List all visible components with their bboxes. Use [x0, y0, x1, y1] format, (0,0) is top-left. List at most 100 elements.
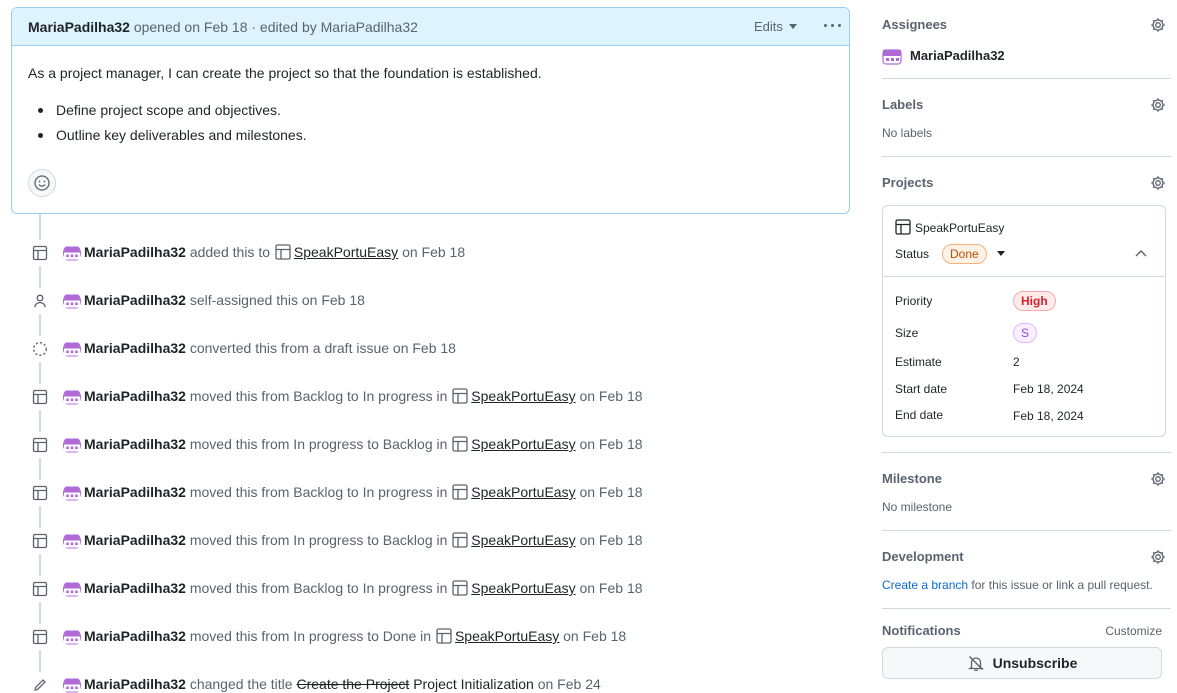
bullet-item: Outline key deliverables and milestones. — [38, 127, 656, 152]
event-description: changed the title — [189, 676, 293, 692]
field-value-start-date[interactable]: Feb 18, 2024 — [1013, 382, 1084, 396]
size-pill: S — [1013, 323, 1038, 343]
event-actor[interactable]: MariaPadilha32 — [84, 292, 186, 308]
event-actor[interactable]: MariaPadilha32 — [84, 484, 186, 500]
event-project-link[interactable]: SpeakPortuEasy — [471, 580, 575, 596]
milestone-section: Milestone — [882, 471, 1171, 491]
table-icon — [452, 580, 468, 599]
field-value-priority[interactable]: High — [1013, 291, 1056, 311]
timeline-event: MariaPadilha32 moved this from In progre… — [0, 624, 850, 650]
field-label-end-date: End date — [895, 408, 944, 422]
smiley-icon — [34, 175, 50, 191]
event-project-link[interactable]: SpeakPortuEasy — [471, 388, 575, 404]
field-label-estimate: Estimate — [895, 355, 942, 369]
event-text: MariaPadilha32 moved this from Backlog t… — [84, 388, 643, 407]
avatar[interactable] — [63, 676, 81, 693]
person-icon — [27, 288, 53, 314]
kebab-menu-icon[interactable] — [822, 24, 842, 30]
table-icon — [27, 432, 53, 458]
timeline-event: MariaPadilha32 moved this from In progre… — [0, 432, 850, 458]
event-actor[interactable]: MariaPadilha32 — [84, 244, 186, 260]
event-date[interactable]: on Feb 18 — [579, 580, 642, 596]
gear-icon[interactable] — [1150, 471, 1166, 487]
event-actor[interactable]: MariaPadilha32 — [84, 388, 186, 404]
create-branch-link[interactable]: Create a branch — [882, 578, 968, 592]
labels-value: No labels — [882, 126, 933, 140]
avatar[interactable] — [63, 388, 81, 406]
event-project-link[interactable]: SpeakPortuEasy — [471, 484, 575, 500]
event-date[interactable]: on Feb 18 — [579, 436, 642, 452]
comment-author[interactable]: MariaPadilha32 — [28, 19, 130, 35]
comment-bullet-list: Define project scope and objectives. Out… — [38, 102, 656, 152]
event-actor[interactable]: MariaPadilha32 — [84, 676, 186, 692]
field-label-priority: Priority — [895, 294, 933, 308]
event-description: moved this from In progress to Done in — [189, 628, 432, 644]
event-actor[interactable]: MariaPadilha32 — [84, 340, 186, 356]
event-date[interactable]: on Feb 24 — [538, 676, 601, 692]
table-icon — [27, 624, 53, 650]
gear-icon[interactable] — [1150, 17, 1166, 33]
table-icon — [27, 240, 53, 266]
gear-icon[interactable] — [1150, 549, 1166, 565]
old-title: Create the Project — [296, 676, 410, 692]
status-dropdown[interactable]: Done — [942, 244, 1005, 264]
add-reaction-button[interactable] — [28, 169, 56, 197]
event-project-link[interactable]: SpeakPortuEasy — [471, 532, 575, 548]
gear-icon[interactable] — [1150, 175, 1166, 191]
avatar[interactable] — [63, 340, 81, 358]
event-date[interactable]: on Feb 18 — [579, 532, 642, 548]
event-date[interactable]: on Feb 18 — [402, 244, 465, 260]
event-date[interactable]: on Feb 18 — [579, 388, 642, 404]
table-icon — [895, 219, 911, 235]
gear-icon[interactable] — [1150, 97, 1166, 113]
issue-comment: MariaPadilha32 opened on Feb 18 · edited… — [11, 7, 850, 214]
event-description: moved this from Backlog to In progress i… — [189, 388, 448, 404]
event-actor[interactable]: MariaPadilha32 — [84, 532, 186, 548]
event-text: MariaPadilha32 converted this from a dra… — [84, 340, 456, 356]
draft-issue-icon — [27, 336, 53, 362]
chevron-up-icon[interactable] — [1135, 249, 1147, 257]
event-text: MariaPadilha32 changed the title Create … — [84, 676, 601, 692]
bullet-item: Define project scope and objectives. — [38, 102, 656, 127]
comment-meta: MariaPadilha32 opened on Feb 18 · edited… — [28, 19, 418, 35]
field-label-size: Size — [895, 326, 919, 340]
assignee-user[interactable]: MariaPadilha32 — [882, 46, 1171, 66]
field-value-end-date[interactable]: Feb 18, 2024 — [1013, 409, 1084, 423]
event-actor[interactable]: MariaPadilha32 — [84, 436, 186, 452]
avatar[interactable] — [63, 580, 81, 598]
card-divider — [883, 276, 1165, 277]
timeline-event: MariaPadilha32 added this to SpeakPortuE… — [0, 240, 850, 266]
table-icon — [27, 528, 53, 554]
avatar[interactable] — [63, 532, 81, 550]
timeline-event: MariaPadilha32 moved this from Backlog t… — [0, 384, 850, 410]
new-title: Project Initialization — [413, 676, 534, 692]
event-description: moved this from Backlog to In progress i… — [189, 484, 448, 500]
table-icon — [452, 388, 468, 407]
event-description: moved this from In progress to Backlog i… — [189, 532, 448, 548]
timeline-event: MariaPadilha32 moved this from Backlog t… — [0, 480, 850, 506]
project-name[interactable]: SpeakPortuEasy — [915, 221, 1004, 235]
avatar[interactable] — [63, 436, 81, 454]
event-project-link[interactable]: SpeakPortuEasy — [294, 244, 398, 260]
event-actor[interactable]: MariaPadilha32 — [84, 580, 186, 596]
event-date[interactable]: on Feb 18 — [579, 484, 642, 500]
customize-link[interactable]: Customize — [1105, 624, 1162, 638]
avatar[interactable] — [63, 292, 81, 310]
table-icon — [27, 480, 53, 506]
avatar[interactable] — [63, 484, 81, 502]
event-actor[interactable]: MariaPadilha32 — [84, 628, 186, 644]
event-project-link[interactable]: SpeakPortuEasy — [471, 436, 575, 452]
timeline-event: MariaPadilha32 moved this from Backlog t… — [0, 576, 850, 602]
field-value-size[interactable]: S — [1013, 323, 1038, 343]
pencil-icon — [27, 672, 53, 693]
labels-heading: Labels — [882, 97, 924, 112]
unsubscribe-label: Unsubscribe — [992, 655, 1078, 671]
field-value-estimate[interactable]: 2 — [1013, 355, 1020, 369]
unsubscribe-button[interactable]: Unsubscribe — [882, 647, 1162, 679]
event-text: MariaPadilha32 moved this from In progre… — [84, 532, 643, 551]
avatar[interactable] — [63, 244, 81, 262]
event-project-link[interactable]: SpeakPortuEasy — [455, 628, 559, 644]
event-date[interactable]: on Feb 18 — [563, 628, 626, 644]
edits-dropdown[interactable]: Edits — [754, 19, 797, 34]
avatar[interactable] — [63, 628, 81, 646]
